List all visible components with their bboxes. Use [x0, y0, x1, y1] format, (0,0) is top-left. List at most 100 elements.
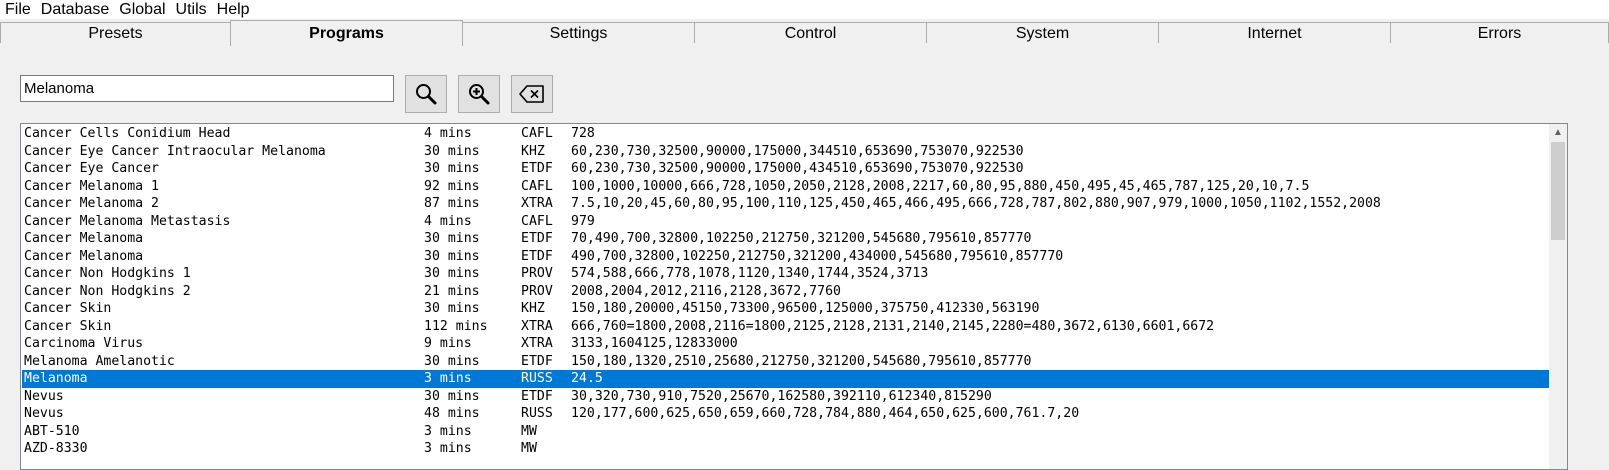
program-name: Cancer Non Hodgkins 2 [24, 283, 191, 299]
tab-control[interactable]: Control [694, 22, 927, 43]
program-duration: 30 mins [424, 266, 480, 281]
program-name: AZD-8330 [24, 441, 88, 456]
list-item[interactable]: Melanoma Amelanotic 30 mins ETDF 150,180,13… [22, 353, 1550, 371]
program-frequencies: 60,230,730,32500,90000,175000,434510,653… [571, 161, 1024, 176]
tab-settings[interactable]: Settings [462, 22, 695, 43]
list-item[interactable]: Cancer Eye Cancer Intraocular Melanoma 30… [22, 143, 1550, 161]
program-frequencies: 120,177,600,625,650,659,660,728,784,880,… [571, 406, 1080, 421]
program-name: Cancer Eye Cancer [24, 161, 159, 176]
program-name: Cancer Cells Conidium Head [24, 126, 231, 141]
program-name: Cancer Melanoma [24, 248, 144, 264]
list-item[interactable]: Cancer Eye Cancer 30 mins ETDF 60,230,730,3… [22, 160, 1550, 178]
list-item[interactable]: Melanoma 3 mins RUSS 24.5 [22, 370, 1550, 388]
program-name: Melanoma Amelanotic [24, 353, 175, 369]
program-type: ETDF [521, 231, 553, 246]
list-item[interactable]: Cancer Skin 112 mins XTRA 666,760=1800,2008… [22, 318, 1550, 336]
program-type: XTRA [521, 318, 553, 334]
list-item[interactable]: Cancer Skin 30 mins KHZ 150,180,20000,45150… [22, 300, 1550, 318]
program-type: ETDF [521, 248, 553, 264]
program-name: Nevus [24, 406, 64, 421]
program-name: Cancer Non Hodgkins 1 [24, 266, 191, 281]
menu-bar: File Database Global Utils Help [0, 0, 1609, 19]
list-item[interactable]: Carcinoma Virus 9 mins XTRA 3133,1604125,12… [22, 335, 1550, 353]
scrollbar-thumb[interactable] [1551, 142, 1565, 240]
program-frequencies: 2008,2004,2012,2116,2128,3672,7760 [571, 283, 841, 299]
programs-list[interactable]: Cancer Cells Conidium Head 4 mins CAFL 728 C… [20, 123, 1568, 470]
tab-internet[interactable]: Internet [1158, 22, 1391, 43]
list-item[interactable]: AZD-8330 3 mins MW [22, 440, 1550, 458]
program-frequencies: 150,180,20000,45150,73300,96500,125000,3… [571, 301, 1040, 316]
vertical-scrollbar[interactable]: ▲ [1549, 124, 1567, 469]
zoom-in-button[interactable] [458, 75, 500, 113]
program-frequencies: 30,320,730,910,7520,25670,162580,392110,… [571, 388, 992, 404]
program-name: Cancer Melanoma 2 [24, 196, 159, 211]
program-frequencies: 24.5 [571, 371, 603, 386]
program-name: Melanoma [24, 371, 88, 386]
program-type: ETDF [521, 353, 553, 369]
program-name: ABT-510 [24, 423, 80, 439]
zoom-in-icon [467, 82, 491, 106]
program-type: KHZ [521, 143, 545, 159]
program-duration: 30 mins [424, 353, 480, 369]
menu-global[interactable]: Global [114, 0, 170, 19]
program-duration: 112 mins [424, 318, 488, 334]
menu-file[interactable]: File [0, 0, 36, 19]
tab-programs[interactable]: Programs [230, 20, 463, 46]
program-duration: 87 mins [424, 196, 480, 211]
program-frequencies: 979 [571, 213, 595, 229]
program-frequencies: 490,700,32800,102250,212750,321200,43400… [571, 248, 1064, 264]
program-duration: 48 mins [424, 406, 480, 421]
program-type: KHZ [521, 301, 545, 316]
programs-rows: Cancer Cells Conidium Head 4 mins CAFL 728 C… [22, 125, 1550, 458]
list-item[interactable]: Nevus 30 mins ETDF 30,320,730,910,7520,2567… [22, 388, 1550, 406]
tab-presets[interactable]: Presets [0, 22, 231, 43]
program-duration: 9 mins [424, 336, 472, 351]
tab-bar: Presets Programs Settings Control System… [0, 20, 1609, 46]
tab-system[interactable]: System [926, 22, 1159, 43]
list-item[interactable]: ABT-510 3 mins MW [22, 423, 1550, 441]
program-type: ETDF [521, 388, 553, 404]
list-item[interactable]: Cancer Non Hodgkins 2 21 mins PROV 2008,200… [22, 283, 1550, 301]
menu-database[interactable]: Database [36, 0, 115, 19]
list-item[interactable]: Cancer Melanoma 30 mins ETDF 490,700,32800,… [22, 248, 1550, 266]
list-item[interactable]: Cancer Non Hodgkins 1 30 mins PROV 574,588,… [22, 265, 1550, 283]
menu-utils[interactable]: Utils [171, 0, 212, 19]
program-name: Cancer Eye Cancer Intraocular Melanoma [24, 143, 326, 159]
program-name: Cancer Melanoma 1 [24, 178, 159, 194]
list-item[interactable]: Cancer Cells Conidium Head 4 mins CAFL 728 [22, 125, 1550, 143]
program-duration: 4 mins [424, 126, 472, 141]
list-item[interactable]: Cancer Melanoma Metastasis 4 mins CAFL 979 [22, 213, 1550, 231]
menu-help[interactable]: Help [212, 0, 255, 19]
tab-errors[interactable]: Errors [1390, 22, 1609, 43]
program-duration: 3 mins [424, 371, 472, 386]
program-duration: 3 mins [424, 423, 472, 439]
program-duration: 21 mins [424, 283, 480, 299]
scroll-up-arrow-icon[interactable]: ▲ [1549, 124, 1567, 141]
list-item[interactable]: Cancer Melanoma 1 92 mins CAFL 100,1000,100… [22, 178, 1550, 196]
program-name: Cancer Skin [24, 318, 112, 334]
backspace-clear-icon [518, 83, 546, 105]
program-frequencies: 70,490,700,32800,102250,212750,321200,54… [571, 231, 1032, 246]
clear-search-button[interactable] [511, 75, 553, 113]
program-type: XTRA [521, 336, 553, 351]
program-frequencies: 7.5,10,20,45,60,80,95,100,110,125,450,46… [571, 196, 1381, 211]
list-item[interactable]: Cancer Melanoma 30 mins ETDF 70,490,700,328… [22, 230, 1550, 248]
program-name: Cancer Skin [24, 301, 112, 316]
program-frequencies: 666,760=1800,2008,2116=1800,2125,2128,21… [571, 318, 1215, 334]
program-duration: 4 mins [424, 213, 472, 229]
program-duration: 30 mins [424, 388, 480, 404]
program-type: RUSS [521, 406, 553, 421]
list-item[interactable]: Cancer Melanoma 2 87 mins XTRA 7.5,10,20,45… [22, 195, 1550, 213]
program-type: CAFL [521, 178, 553, 194]
program-type: RUSS [521, 371, 553, 386]
search-input[interactable] [20, 75, 394, 102]
program-duration: 30 mins [424, 301, 480, 316]
program-name: Cancer Melanoma [24, 231, 144, 246]
program-type: XTRA [521, 196, 553, 211]
program-type: MW [521, 423, 537, 439]
program-duration: 30 mins [424, 231, 480, 246]
search-button[interactable] [405, 75, 447, 113]
list-item[interactable]: Nevus 48 mins RUSS 120,177,600,625,650,659,… [22, 405, 1550, 423]
program-name: Carcinoma Virus [24, 336, 144, 351]
program-duration: 92 mins [424, 178, 480, 194]
